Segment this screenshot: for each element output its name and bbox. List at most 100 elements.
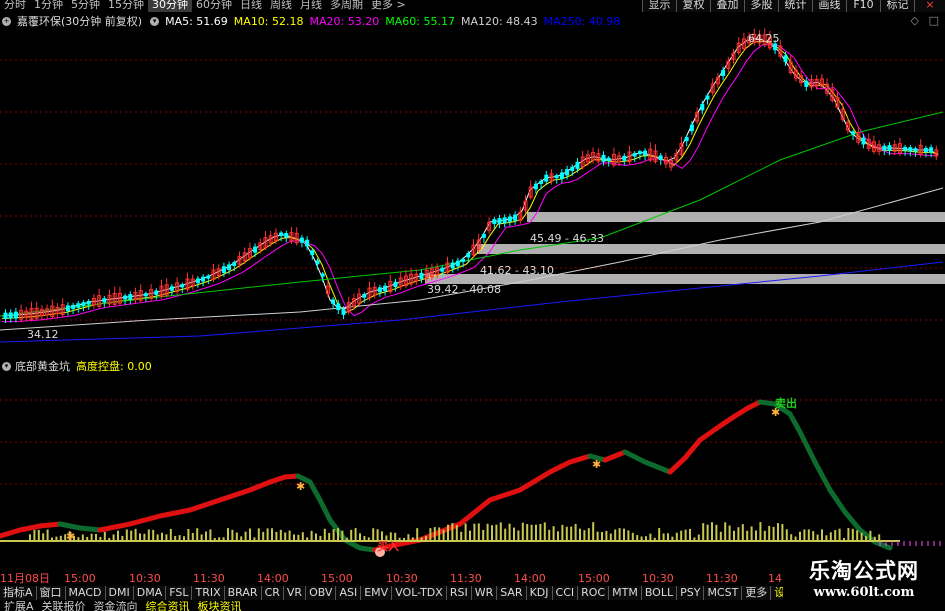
candle-body xyxy=(65,305,70,312)
trend-segment xyxy=(157,507,193,519)
indicator-tab[interactable]: MTM xyxy=(609,586,642,600)
price-annotation: 39.42 - 40.08 xyxy=(427,283,501,296)
indicator-tab[interactable]: SAR xyxy=(497,586,527,600)
candle-body xyxy=(643,150,648,156)
indicator-tab[interactable]: CCI xyxy=(552,586,579,600)
candle-body xyxy=(284,232,289,238)
period-tab[interactable]: 15分钟 xyxy=(104,0,148,12)
toolbar-button[interactable]: 叠加 xyxy=(710,0,744,12)
indicator-settings-icon[interactable]: ▾ xyxy=(2,361,11,371)
trend-segment xyxy=(127,513,163,527)
chart-settings-icon[interactable]: + xyxy=(2,16,11,26)
indicator-tab[interactable]: VR xyxy=(283,586,307,600)
bottom-tab[interactable]: 综合资讯 xyxy=(142,601,194,611)
indicator-tab[interactable]: DMA xyxy=(133,586,167,600)
period-tab[interactable]: 月线 xyxy=(296,0,326,12)
indicator-chart[interactable]: ✱✱✱✱买入卖出 xyxy=(0,360,945,572)
bottom-tabs: 扩展A 关联报价 资金流向 综合资讯 板块资讯 xyxy=(0,601,800,611)
indicator-tab[interactable]: DMI xyxy=(105,586,134,600)
candle-body xyxy=(299,237,304,243)
period-tab[interactable]: 30分钟 xyxy=(148,0,192,12)
indicator-tab[interactable]: 指标A xyxy=(0,586,37,600)
indicator-tab[interactable]: OBV xyxy=(306,586,337,600)
period-tab[interactable]: 多周期 xyxy=(326,0,367,12)
period-tab[interactable]: 1分钟 xyxy=(30,0,67,12)
candle-body xyxy=(320,273,325,277)
right-toolbar: 显示 复权 叠加 多股 统计 画线 F10 标记 × xyxy=(642,0,945,12)
candle-body xyxy=(253,246,258,253)
trend-segment xyxy=(37,521,63,529)
trend-segment xyxy=(872,539,893,551)
indicator-tab[interactable]: EMV xyxy=(361,586,393,600)
candle-body xyxy=(559,172,564,180)
indicator-tab[interactable]: TRIX xyxy=(192,586,225,600)
candle-body xyxy=(721,69,726,77)
candle-body xyxy=(336,303,341,311)
toolbar-button[interactable]: 显示 xyxy=(642,0,676,12)
indicator-tab[interactable]: MACD xyxy=(65,586,106,600)
candle-body xyxy=(86,300,91,305)
toolbar-button[interactable]: 统计 xyxy=(778,0,812,12)
trend-segment xyxy=(717,413,738,429)
trend-segment xyxy=(682,437,703,461)
time-label: 15:00 xyxy=(321,572,353,585)
candle-body xyxy=(570,166,575,171)
candle-body xyxy=(913,148,918,152)
candle-body xyxy=(8,312,13,319)
indicator-tab[interactable]: PSY xyxy=(677,586,705,600)
indicator-tab[interactable]: VOL-TDX xyxy=(392,586,447,600)
candle-body xyxy=(513,214,518,221)
indicator-tab[interactable]: CR xyxy=(261,586,284,600)
price-annotation: 64.25 xyxy=(748,32,780,45)
toolbar-button[interactable]: F10 xyxy=(846,0,880,12)
period-tab[interactable]: 更多 > xyxy=(367,0,410,12)
bottom-tab[interactable]: 板块资讯 xyxy=(194,601,246,611)
time-label: 14:00 xyxy=(514,572,546,585)
runner-icon: ✱ xyxy=(66,530,75,543)
toolbar-button[interactable]: 复权 xyxy=(676,0,710,12)
ma-toggle-icon[interactable]: ▾ xyxy=(150,16,160,26)
indicator-tab[interactable]: BOLL xyxy=(641,586,678,600)
candle-body xyxy=(554,175,559,179)
period-tab[interactable]: 周线 xyxy=(266,0,296,12)
candle-body xyxy=(492,219,497,225)
trend-segment xyxy=(667,455,688,475)
indicator-tab[interactable]: RSI xyxy=(446,586,472,600)
bottom-tab[interactable]: 关联报价 xyxy=(38,601,90,611)
candle-body xyxy=(362,294,367,298)
period-tab[interactable]: 60分钟 xyxy=(192,0,236,12)
indicator-tabs: 指标A 窗口 MACD DMI DMA FSL TRIX BRAR CR VR OBV ASI EMV V… xyxy=(0,586,790,600)
indicator-tab[interactable]: ROC xyxy=(578,586,610,600)
diamond-icon[interactable]: ◇ xyxy=(911,14,919,27)
trend-segment xyxy=(487,487,523,503)
period-tab[interactable]: 分时 xyxy=(0,0,30,12)
candle-body xyxy=(377,287,382,293)
indicator-tab[interactable]: BRAR xyxy=(224,586,262,600)
period-tab[interactable]: 5分钟 xyxy=(67,0,104,12)
close-icon[interactable]: × xyxy=(914,0,945,12)
indicator-tab[interactable]: WR xyxy=(471,586,498,600)
trend-segment xyxy=(77,525,103,533)
trend-segment xyxy=(187,497,223,513)
candle-body xyxy=(783,55,788,62)
toolbar-button[interactable]: 多股 xyxy=(744,0,778,12)
indicator-tab[interactable]: MCST xyxy=(704,586,743,600)
time-label: 11:30 xyxy=(193,572,225,585)
candlestick-chart[interactable]: 45.49 - 46.33 41.62 - 43.10 39.42 - 40.08 6… xyxy=(0,12,945,357)
indicator-tab[interactable]: ASI xyxy=(336,586,362,600)
candle-body xyxy=(929,147,934,153)
bottom-tab[interactable]: 扩展A xyxy=(0,601,38,611)
toolbar-button[interactable]: 标记 xyxy=(880,0,914,12)
bottom-tab[interactable]: 资金流向 xyxy=(90,601,142,611)
maximize-icon[interactable]: □ xyxy=(929,14,939,27)
indicator-tab[interactable]: FSL xyxy=(166,586,193,600)
trend-segment xyxy=(247,479,273,493)
period-tab[interactable]: 日线 xyxy=(236,0,266,12)
indicator-tab[interactable]: 窗口 xyxy=(36,586,66,600)
toolbar-button[interactable]: 画线 xyxy=(812,0,846,12)
candle-body xyxy=(908,147,913,152)
indicator-tab[interactable]: KDJ xyxy=(526,586,553,600)
indicator-tab[interactable]: 更多 xyxy=(742,586,772,600)
watermark-url: www.60lt.com xyxy=(813,585,915,600)
sell-label: 卖出 xyxy=(775,396,797,410)
